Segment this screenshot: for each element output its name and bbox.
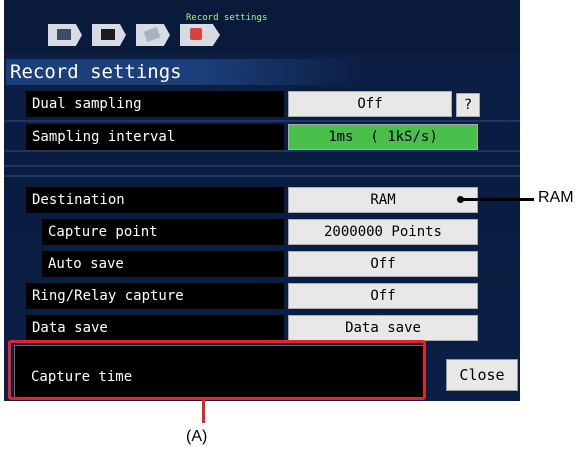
bg-stripe bbox=[4, 150, 520, 152]
help-button[interactable]: ? bbox=[456, 93, 480, 117]
sampling-interval-label: Sampling interval bbox=[26, 124, 284, 150]
bg-stripe bbox=[4, 175, 520, 177]
breadcrumb: Record settings bbox=[4, 0, 520, 54]
auto-save-label: Auto save bbox=[42, 251, 284, 277]
ram-leader-line bbox=[460, 198, 534, 201]
breadcrumb-title: Record settings bbox=[186, 13, 268, 23]
bg-stripe bbox=[4, 120, 520, 122]
file-icon bbox=[143, 26, 161, 43]
sampling-interval-button[interactable]: 1ms ( 1kS/s) bbox=[288, 124, 478, 150]
record-icon bbox=[190, 28, 202, 40]
dual-sampling-label: Dual sampling bbox=[26, 91, 284, 117]
annotation-a: (A) bbox=[186, 428, 208, 445]
crumb-record[interactable] bbox=[180, 24, 220, 46]
capture-point-value[interactable]: 2000000 Points bbox=[288, 219, 478, 245]
crumb-file[interactable] bbox=[136, 24, 170, 46]
close-button[interactable]: Close bbox=[446, 359, 518, 391]
destination-label: Destination bbox=[26, 187, 284, 213]
page-title: Record settings bbox=[6, 59, 360, 85]
annotation-ram: RAM bbox=[538, 189, 574, 206]
capture-point-label: Capture point bbox=[42, 219, 284, 245]
highlight-box-a bbox=[8, 340, 426, 400]
crumb-waveform[interactable] bbox=[48, 24, 82, 46]
bg-stripe bbox=[4, 165, 520, 167]
auto-save-button[interactable]: Off bbox=[288, 251, 478, 277]
highlight-leader-line bbox=[202, 400, 205, 423]
data-save-label: Data save bbox=[26, 315, 284, 341]
ring-relay-label: Ring/Relay capture bbox=[26, 283, 284, 309]
monitor-icon bbox=[57, 29, 71, 40]
channel-icon bbox=[101, 29, 115, 40]
destination-button[interactable]: RAM bbox=[288, 187, 478, 213]
crumb-settings[interactable] bbox=[92, 24, 126, 46]
dual-sampling-button[interactable]: Off bbox=[288, 91, 452, 117]
ring-relay-button[interactable]: Off bbox=[288, 283, 478, 309]
data-save-button[interactable]: Data save bbox=[288, 315, 478, 341]
